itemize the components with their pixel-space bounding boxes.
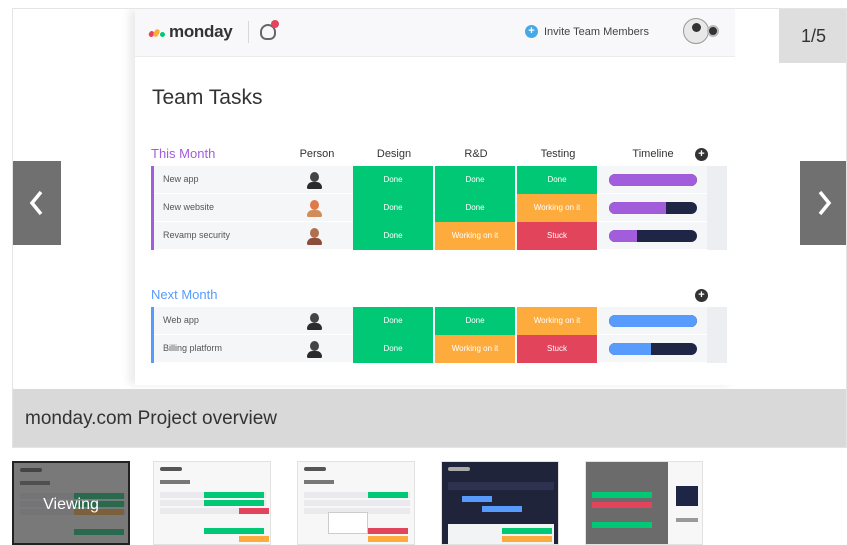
thumbnail-strip: Viewing: [12, 461, 847, 545]
thumbnail-2[interactable]: [153, 461, 271, 545]
person-avatar-icon[interactable]: [305, 199, 323, 217]
group-title: Next Month: [151, 287, 218, 302]
prev-slide-button[interactable]: [13, 161, 61, 245]
timeline-fill: [609, 202, 667, 214]
timeline-fill: [609, 343, 652, 355]
person-avatar-icon[interactable]: [305, 312, 323, 330]
row-endcap: [707, 335, 727, 363]
board-title: Team Tasks: [152, 86, 263, 109]
thumbnail-1[interactable]: Viewing: [12, 461, 130, 545]
caption-bar: monday.com Project overview: [13, 389, 846, 447]
person-avatar-icon[interactable]: [305, 171, 323, 189]
app-topbar: monday + Invite Team Members: [135, 9, 735, 57]
person-avatar-icon[interactable]: [305, 227, 323, 245]
row-endcap: [707, 307, 727, 335]
group-color-bar: [151, 335, 154, 363]
logo-text: monday: [169, 22, 233, 41]
item-name[interactable]: New website: [163, 202, 214, 212]
timeline-bar[interactable]: [609, 174, 697, 186]
status-cell-testing[interactable]: Working on it: [517, 194, 598, 222]
status-cell-testing[interactable]: Stuck: [517, 222, 598, 250]
status-cell-rnd[interactable]: Working on it: [435, 222, 516, 250]
gallery-stage: monday + Invite Team Members Team Tasks …: [12, 8, 847, 448]
topbar-divider: [248, 21, 249, 43]
timeline-fill: [609, 315, 697, 327]
add-column-icon[interactable]: +: [695, 289, 708, 302]
status-cell-testing[interactable]: Stuck: [517, 335, 598, 363]
group-color-bar: [151, 307, 154, 335]
avatar-status-icon: [707, 25, 719, 37]
add-column-icon[interactable]: +: [695, 148, 708, 161]
thumbnail-3[interactable]: [297, 461, 415, 545]
person-avatar-icon[interactable]: [305, 340, 323, 358]
item-name[interactable]: Billing platform: [163, 343, 222, 353]
status-cell-design[interactable]: Done: [353, 166, 434, 194]
row-endcap: [707, 222, 727, 250]
item-name[interactable]: Web app: [163, 315, 199, 325]
timeline-bar[interactable]: [609, 315, 697, 327]
status-cell-rnd[interactable]: Working on it: [435, 335, 516, 363]
status-cell-design[interactable]: Done: [353, 307, 434, 335]
next-slide-button[interactable]: [800, 161, 846, 245]
invite-team-button[interactable]: + Invite Team Members: [525, 25, 649, 38]
table-row[interactable]: Billing platform Done Working on it Stuck: [151, 335, 727, 363]
slide-caption: monday.com Project overview: [25, 408, 278, 429]
status-cell-rnd[interactable]: Done: [435, 307, 516, 335]
group-color-bar: [151, 194, 154, 222]
status-cell-rnd[interactable]: Done: [435, 194, 516, 222]
slide-image-area: monday + Invite Team Members Team Tasks …: [13, 9, 846, 389]
status-cell-design[interactable]: Done: [353, 335, 434, 363]
column-header: Person: [299, 148, 335, 160]
viewing-overlay: Viewing: [14, 463, 128, 543]
column-header: R&D: [464, 148, 488, 160]
monday-logo: monday: [147, 22, 233, 42]
group-color-bar: [151, 222, 154, 250]
slide-screenshot: monday + Invite Team Members Team Tasks …: [135, 9, 735, 385]
status-cell-testing[interactable]: Working on it: [517, 307, 598, 335]
slide-counter: 1/5: [779, 9, 846, 63]
table-row[interactable]: New website Done Done Working on it: [151, 194, 727, 222]
table-row[interactable]: Web app Done Done Working on it: [151, 307, 727, 335]
chevron-right-icon: [818, 190, 832, 216]
status-cell-testing[interactable]: Done: [517, 166, 598, 194]
row-endcap: [707, 194, 727, 222]
timeline-fill: [609, 230, 638, 242]
row-endcap: [707, 166, 727, 194]
invite-label: Invite Team Members: [544, 25, 649, 38]
column-header: Design: [376, 148, 412, 160]
table-row[interactable]: Revamp security Done Working on it Stuck: [151, 222, 727, 250]
user-avatar[interactable]: [683, 18, 709, 44]
column-header: Timeline: [632, 148, 674, 160]
status-cell-rnd[interactable]: Done: [435, 166, 516, 194]
plus-circle-icon: +: [525, 25, 538, 38]
timeline-fill: [609, 174, 697, 186]
table-row[interactable]: New app Done Done Done: [151, 166, 727, 194]
logo-mark-icon: [147, 27, 165, 38]
status-cell-design[interactable]: Done: [353, 194, 434, 222]
thumbnail-4[interactable]: [441, 461, 559, 545]
column-header: Testing: [540, 148, 576, 160]
timeline-bar[interactable]: [609, 343, 697, 355]
status-cell-design[interactable]: Done: [353, 222, 434, 250]
timeline-bar[interactable]: [609, 202, 697, 214]
group-color-bar: [151, 166, 154, 194]
timeline-bar[interactable]: [609, 230, 697, 242]
chevron-left-icon: [29, 190, 43, 216]
group-title: This Month: [151, 146, 216, 161]
notification-dot: [271, 20, 279, 28]
item-name[interactable]: Revamp security: [163, 230, 230, 240]
thumbnail-5[interactable]: [585, 461, 703, 545]
item-name[interactable]: New app: [163, 174, 199, 184]
